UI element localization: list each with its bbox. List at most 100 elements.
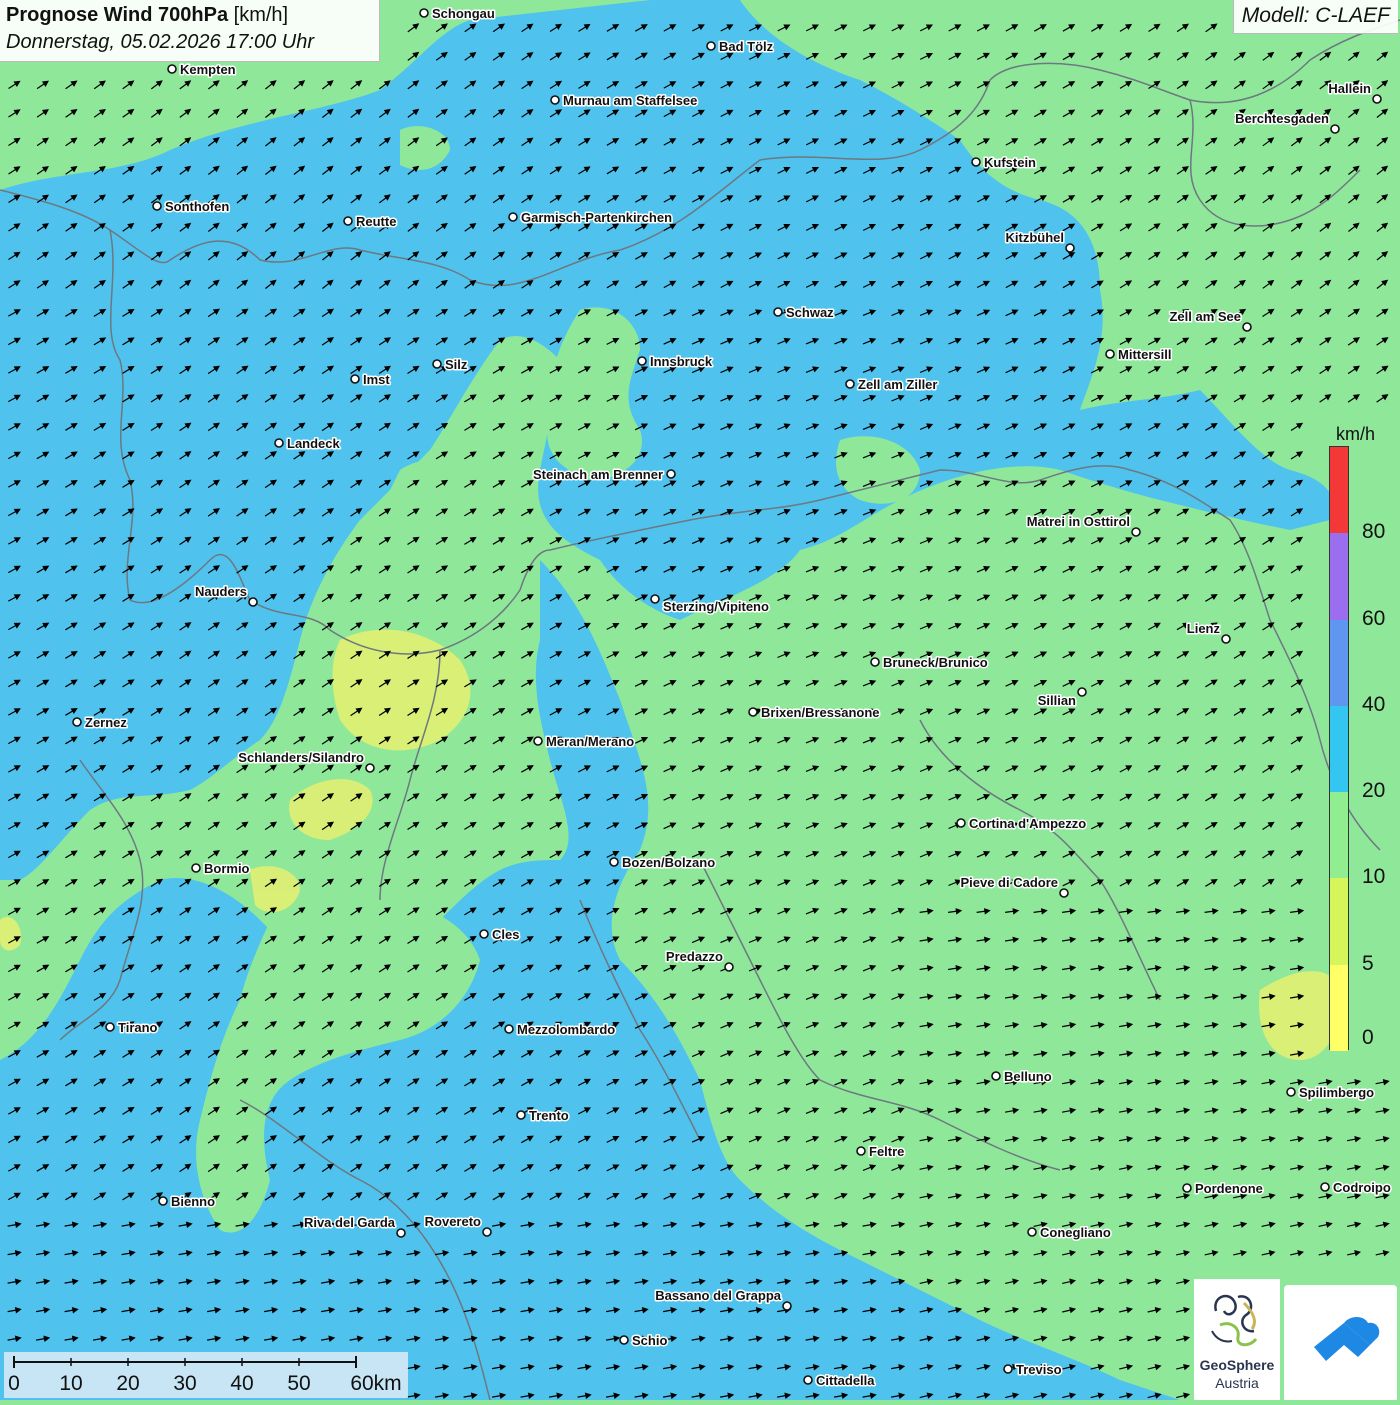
city-dot <box>396 1228 406 1238</box>
weather-app-logo[interactable] <box>1284 1285 1397 1400</box>
city-label: Spilimbergo <box>1299 1085 1374 1100</box>
city-label: Kempten <box>180 62 236 77</box>
city-marker[interactable]: Innsbruck <box>637 353 714 371</box>
scale-label: 50 <box>287 1372 311 1395</box>
city-dot <box>533 736 543 746</box>
city-label: Matrei in Osttirol <box>1027 514 1130 529</box>
city-dot <box>1330 124 1340 134</box>
city-dot <box>508 212 518 222</box>
city-dot <box>1065 243 1075 253</box>
city-label: Pieve di Cadore <box>960 875 1058 890</box>
city-marker[interactable]: Bozen/Bolzano <box>609 854 717 872</box>
city-dot <box>782 1301 792 1311</box>
app-cloud-icon <box>1314 1317 1380 1361</box>
city-label: Tirano <box>118 1020 158 1035</box>
city-dot <box>706 41 716 51</box>
city-marker[interactable]: Mezzolombardo <box>504 1021 617 1039</box>
city-dot <box>191 863 201 873</box>
geosphere-swirl-icon <box>1211 1294 1258 1347</box>
city-label: Nauders <box>195 584 247 599</box>
city-label: Belluno <box>1004 1069 1052 1084</box>
city-label: Bormio <box>204 861 250 876</box>
city-dot <box>1182 1183 1192 1193</box>
city-label: Brixen/Bressanone <box>761 705 880 720</box>
city-dot <box>1372 94 1382 104</box>
legend-tick-label: 80 <box>1362 520 1386 544</box>
forecast-datetime: Donnerstag, 05.02.2026 17:00 Uhr <box>6 31 314 53</box>
city-dot <box>1242 322 1252 332</box>
city-label: Schio <box>632 1333 667 1348</box>
legend-tick-label: 5 <box>1362 951 1374 975</box>
city-dot <box>748 707 758 717</box>
city-dot <box>432 359 442 369</box>
city-dot <box>1077 687 1087 697</box>
city-dot <box>248 597 258 607</box>
scale-label: 60km <box>350 1372 402 1395</box>
city-label: Sonthofen <box>165 199 229 214</box>
city-dot <box>1105 349 1115 359</box>
city-marker[interactable]: Cortina d'Ampezzo <box>956 815 1088 833</box>
city-label: Lienz <box>1187 621 1221 636</box>
city-marker[interactable]: Brixen/Bressanone <box>748 704 881 722</box>
city-label: Garmisch-Partenkirchen <box>521 210 672 225</box>
city-dot <box>1027 1227 1037 1237</box>
city-dot <box>1221 634 1231 644</box>
city-label: Reutte <box>356 214 396 229</box>
legend-tick-label: 40 <box>1362 692 1386 716</box>
city-marker[interactable]: Steinach am Brenner <box>531 466 676 484</box>
model-label: Modell: C-LAEF <box>1232 0 1398 34</box>
city-dot <box>1059 888 1069 898</box>
city-dot <box>637 356 647 366</box>
city-marker[interactable]: Garmisch-Partenkirchen <box>508 209 674 227</box>
city-marker[interactable]: Bruneck/Brunico <box>870 654 989 672</box>
city-dot <box>343 216 353 226</box>
city-label: Murnau am Staffelsee <box>563 93 697 108</box>
city-marker[interactable]: Sonthofen <box>152 198 231 216</box>
city-dot <box>1320 1182 1330 1192</box>
legend-tick-label: 20 <box>1362 779 1386 803</box>
city-label: Zell am Ziller <box>858 377 937 392</box>
city-dot <box>550 95 560 105</box>
city-dot <box>504 1024 514 1034</box>
city-dot <box>870 657 880 667</box>
city-label: Treviso <box>1016 1362 1062 1377</box>
city-marker[interactable]: Schongau <box>419 5 496 23</box>
city-marker[interactable]: Pordenone <box>1182 1180 1264 1198</box>
city-label: Pordenone <box>1195 1181 1263 1196</box>
city-marker[interactable]: Meran/Merano <box>533 733 636 751</box>
city-label: Trento <box>529 1108 569 1123</box>
city-dot <box>724 962 734 972</box>
scale-label: 10 <box>59 1372 83 1395</box>
city-label: Imst <box>363 372 390 387</box>
city-marker[interactable]: Conegliano <box>1027 1224 1112 1242</box>
city-marker[interactable]: Zell am Ziller <box>845 376 939 394</box>
scale-label: 30 <box>173 1372 197 1395</box>
city-label: Bad Tölz <box>719 39 774 54</box>
legend-segment <box>1330 705 1348 793</box>
city-label: Hallein <box>1328 81 1371 96</box>
city-dot <box>1003 1364 1013 1374</box>
wind-map[interactable]: Schongau Kempten Bad Tölz Murnau am Staffel… <box>0 0 1400 1400</box>
legend-segment <box>1330 447 1348 534</box>
city-dot <box>72 717 82 727</box>
city-label: Schwaz <box>786 305 834 320</box>
city-label: Sterzing/Vipiteno <box>663 599 769 614</box>
city-dot <box>152 201 162 211</box>
city-marker[interactable]: Murnau am Staffelsee <box>550 92 699 110</box>
city-dot <box>479 929 489 939</box>
geosphere-name: GeoSphere <box>1199 1357 1275 1373</box>
legend-color-bar <box>1329 446 1349 1051</box>
geosphere-country: Austria <box>1215 1375 1259 1391</box>
city-dot <box>1131 527 1141 537</box>
city-dot <box>845 379 855 389</box>
city-label: Kufstein <box>984 155 1036 170</box>
city-label: Bozen/Bolzano <box>622 855 715 870</box>
city-dot <box>609 857 619 867</box>
city-label: Silz <box>445 357 468 372</box>
city-marker[interactable]: Spilimbergo <box>1286 1084 1376 1102</box>
city-label: Steinach am Brenner <box>533 467 663 482</box>
city-label: Zernez <box>85 715 127 730</box>
city-label: Bassano del Grappa <box>655 1288 781 1303</box>
city-dot <box>158 1196 168 1206</box>
city-label: Mittersill <box>1118 347 1171 362</box>
